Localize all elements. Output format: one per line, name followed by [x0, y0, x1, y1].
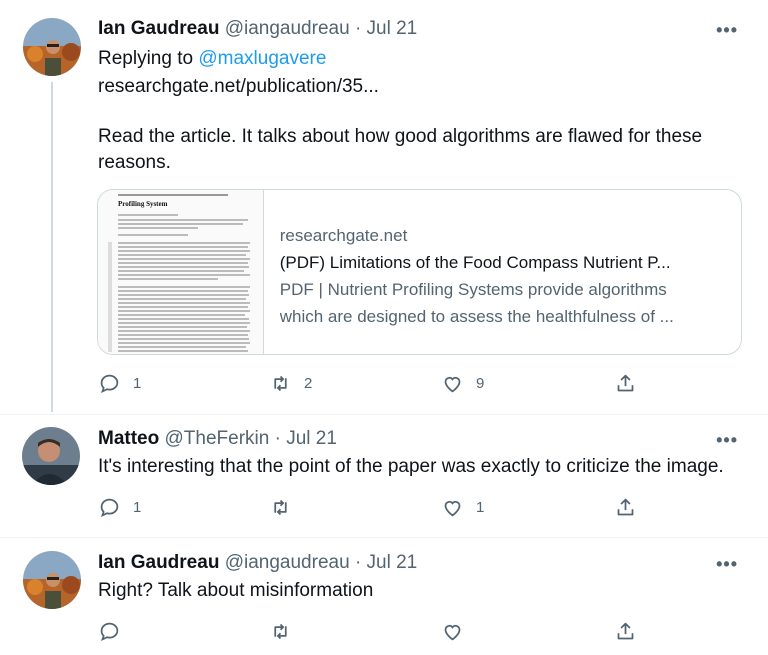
reply-count: 1 [133, 375, 142, 392]
retweet-button[interactable]: 2 [270, 373, 312, 394]
share-icon [617, 498, 634, 516]
card-thumbnail: Profiling System [98, 190, 264, 354]
like-button[interactable]: 9 [442, 373, 484, 394]
tweet-date[interactable]: Jul 21 [367, 552, 418, 573]
retweet-button[interactable] [270, 621, 291, 642]
author-name[interactable]: Ian Gaudreau [98, 18, 219, 39]
divider [0, 537, 768, 538]
author-name[interactable]: Ian Gaudreau [98, 552, 219, 573]
reply-icon [100, 498, 119, 518]
card-title: (PDF) Limitations of the Food Compass Nu… [279, 253, 671, 272]
reply-count: 1 [133, 499, 142, 516]
more-icon[interactable]: ••• [716, 430, 738, 451]
more-icon[interactable]: ••• [716, 20, 738, 41]
tweet-date[interactable]: Jul 21 [286, 428, 337, 449]
paper-thumb-title: Profiling System [118, 200, 168, 208]
like-icon [444, 500, 461, 517]
mention-link[interactable]: @maxlugavere [198, 48, 326, 69]
retweet-button[interactable] [270, 497, 291, 518]
reply-button[interactable]: 1 [99, 373, 141, 394]
reply-button[interactable]: 1 [99, 497, 141, 518]
tweet-header: Ian Gaudreau @iangaudreau · Jul 21 [98, 552, 417, 574]
like-icon [444, 376, 461, 393]
separator-dot: · [274, 428, 281, 449]
like-count: 9 [476, 375, 485, 392]
reply-button[interactable] [99, 621, 120, 642]
tweet-date[interactable]: Jul 21 [367, 18, 418, 39]
like-button[interactable]: 1 [442, 497, 484, 518]
author-handle[interactable]: @iangaudreau [225, 552, 350, 573]
like-button[interactable] [442, 621, 463, 642]
share-icon [617, 374, 634, 392]
share-button[interactable] [615, 621, 636, 642]
retweet-icon [274, 623, 287, 640]
separator-dot: · [354, 18, 362, 39]
share-icon [617, 622, 634, 640]
tweet-text: Right? Talk about misinformation [98, 580, 374, 601]
avatar[interactable] [22, 427, 80, 485]
tweet-header: Ian Gaudreau @iangaudreau · Jul 21 [98, 18, 417, 40]
separator-dot: · [354, 552, 362, 573]
card-domain: researchgate.net [279, 226, 408, 245]
author-name[interactable]: Matteo [98, 428, 159, 449]
card-description-line2: which are designed to assess the healthf… [279, 307, 674, 326]
tweet-text: Read the article. It talks about how goo… [98, 126, 703, 173]
author-handle[interactable]: @iangaudreau [225, 18, 350, 39]
card-description-line1: PDF | Nutrient Profiling Systems provide… [279, 280, 667, 299]
avatar[interactable] [23, 18, 81, 76]
card-info: researchgate.net (PDF) Limitations of th… [264, 190, 741, 354]
article-link[interactable]: researchgate.net/publication/35... [98, 74, 379, 100]
share-button[interactable] [615, 497, 636, 518]
more-icon[interactable]: ••• [716, 554, 738, 575]
thread-connector [51, 82, 53, 412]
tweet-text: It's interesting that the point of the p… [98, 456, 724, 477]
link-preview-card[interactable]: Profiling System researchgate.net (PDF) … [97, 189, 742, 355]
like-icon [444, 624, 461, 641]
tweet-header: Matteo @TheFerkin · Jul 21 [98, 428, 337, 450]
like-count: 1 [476, 499, 485, 516]
reply-icon [100, 374, 119, 394]
retweet-count: 2 [304, 375, 313, 392]
retweet-icon [274, 499, 287, 516]
replying-to: Replying to @maxlugavere [98, 46, 326, 72]
replying-to-label: Replying to [98, 48, 194, 69]
avatar[interactable] [23, 551, 81, 609]
reply-icon [100, 622, 119, 642]
author-handle[interactable]: @TheFerkin [165, 428, 270, 449]
share-button[interactable] [615, 373, 636, 394]
divider [0, 414, 768, 415]
retweet-icon [274, 375, 287, 392]
